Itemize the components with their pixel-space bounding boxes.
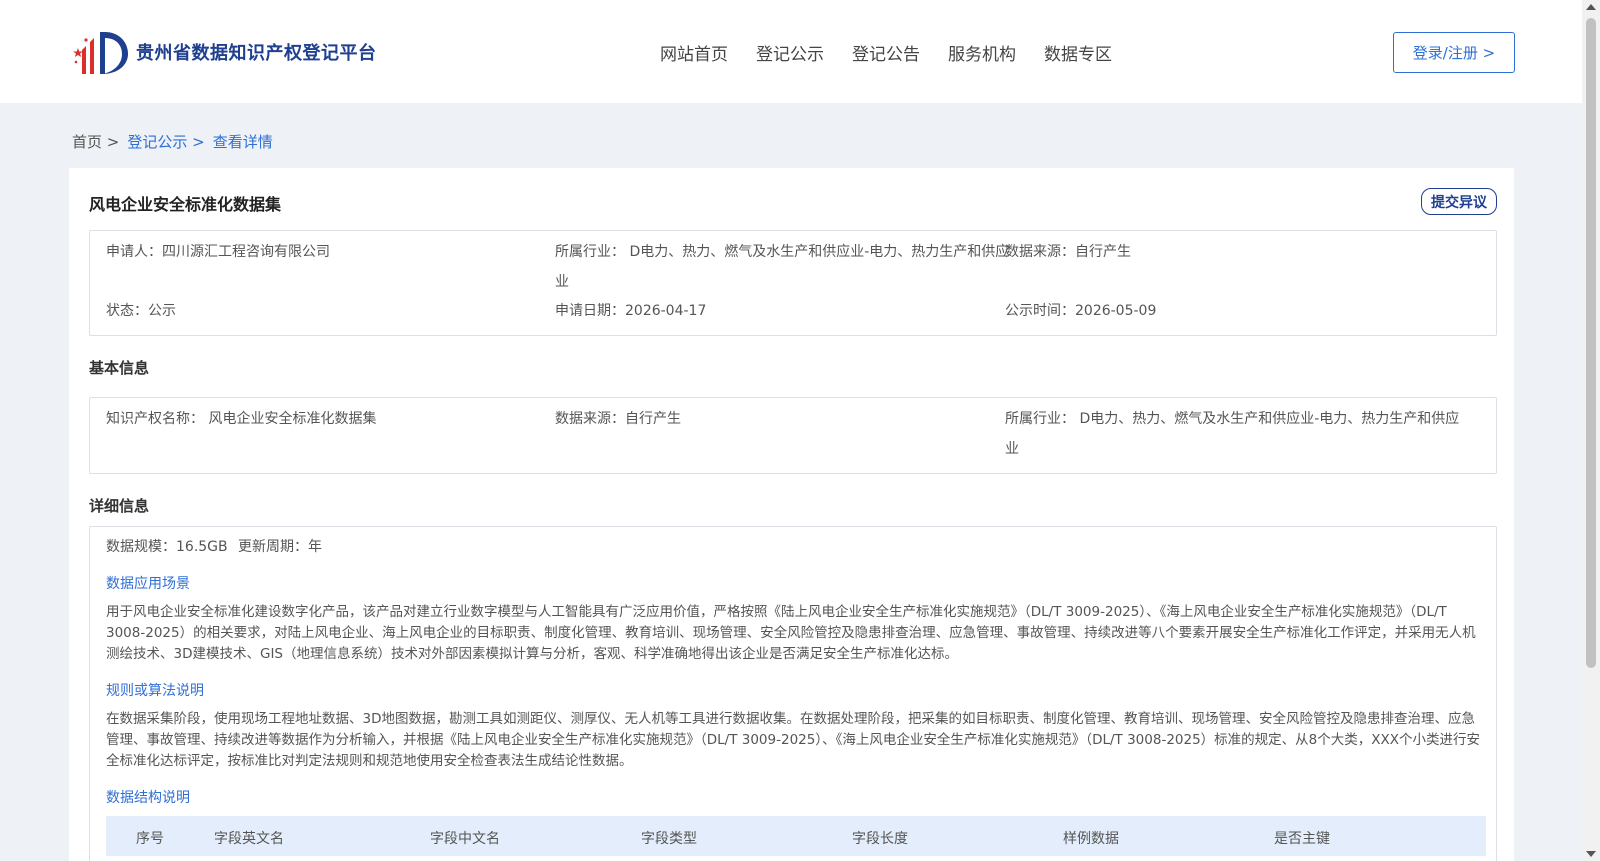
industry-line-2: 业 [555, 274, 569, 290]
main-nav: 网站首页 登记公示 登记公告 服务机构 数据专区 [660, 40, 1112, 65]
status-field: 状态：公示 [106, 303, 176, 319]
structure-table-header: 序号 字段英文名 字段中文名 字段类型 字段长度 样例数据 是否主键 [106, 816, 1486, 856]
breadcrumb-publicity[interactable]: 登记公示 > [127, 131, 204, 152]
th-field-length: 字段长度 [852, 831, 908, 847]
basic-info-box: 知识产权名称： 风电企业安全标准化数据集 数据来源：自行产生 所属行业： D电力… [89, 397, 1497, 474]
detailed-info-title: 详细信息 [89, 497, 150, 515]
scrollbar-thumb[interactable] [1586, 18, 1596, 668]
rule-title: 规则或算法说明 [106, 683, 204, 699]
source-field: 数据来源：自行产生 [1005, 244, 1131, 260]
th-field-en: 字段英文名 [214, 831, 284, 847]
submit-objection-button[interactable]: 提交异议 [1421, 188, 1497, 215]
basic-industry-field: 所属行业： D电力、热力、燃气及水生产和供应业-电力、热力生产和供应 业 [1005, 404, 1459, 464]
breadcrumb: 首页 > 登记公示 > 查看详情 [72, 131, 273, 152]
breadcrumb-home[interactable]: 首页 > [72, 131, 119, 152]
site-logo[interactable]: 贵州省数据知识产权登记平台 [72, 28, 377, 76]
ip-name-field: 知识产权名称： 风电企业安全标准化数据集 [106, 411, 377, 427]
scenario-text: 用于风电企业安全标准化建设数字化产品，该产品对建立行业数字模型与人工智能具有广泛… [106, 604, 1476, 662]
applicant-field: 申请人：四川源汇工程咨询有限公司 [106, 244, 330, 260]
scroll-up-icon[interactable] [1586, 4, 1596, 10]
summary-box: 申请人：四川源汇工程咨询有限公司 所属行业： D电力、热力、燃气及水生产和供应业… [89, 230, 1497, 336]
basic-info-title: 基本信息 [89, 359, 150, 377]
top-header: 贵州省数据知识产权登记平台 网站首页 登记公示 登记公告 服务机构 数据专区 登… [0, 0, 1582, 103]
page-scrollbar[interactable] [1582, 0, 1600, 861]
th-field-type: 字段类型 [641, 831, 697, 847]
structure-title: 数据结构说明 [106, 790, 190, 806]
nav-item-data-zone[interactable]: 数据专区 [1044, 40, 1112, 65]
apply-date-field: 申请日期：2026-04-17 [555, 303, 707, 319]
site-title: 贵州省数据知识产权登记平台 [136, 43, 377, 64]
breadcrumb-current[interactable]: 查看详情 [213, 131, 273, 152]
nav-item-announcement[interactable]: 登记公告 [852, 40, 920, 65]
th-primary-key: 是否主键 [1274, 831, 1330, 847]
detail-panel: 风电企业安全标准化数据集 提交异议 申请人：四川源汇工程咨询有限公司 所属行业：… [69, 168, 1514, 861]
th-field-cn: 字段中文名 [430, 831, 500, 847]
login-register-button[interactable]: 登录/注册 > [1393, 32, 1515, 73]
basic-industry-line-2: 业 [1005, 441, 1019, 457]
data-scale-field: 数据规模：16.5GB [106, 539, 228, 555]
industry-field: 所属行业： D电力、热力、燃气及水生产和供应业-电力、热力生产和供应 业 [555, 237, 1009, 297]
logo-icon [73, 32, 128, 74]
basic-source-field: 数据来源：自行产生 [555, 411, 681, 427]
scenario-title: 数据应用场景 [106, 576, 190, 592]
publish-time-field: 公示时间：2026-05-09 [1005, 303, 1157, 319]
page-title: 风电企业安全标准化数据集 [89, 195, 282, 214]
update-cycle-field: 更新周期：年 [238, 539, 322, 555]
scroll-down-icon[interactable] [1586, 851, 1596, 857]
nav-item-publicity[interactable]: 登记公示 [756, 40, 824, 65]
industry-line-1: 所属行业： D电力、热力、燃气及水生产和供应业-电力、热力生产和供应 [555, 244, 1010, 260]
basic-industry-line-1: 所属行业： D电力、热力、燃气及水生产和供应业-电力、热力生产和供应 [1005, 411, 1460, 427]
nav-item-home[interactable]: 网站首页 [660, 40, 728, 65]
th-sample-data: 样例数据 [1063, 831, 1119, 847]
nav-item-service-agencies[interactable]: 服务机构 [948, 40, 1016, 65]
rule-text: 在数据采集阶段，使用现场工程地址数据、3D地图数据，勘测工具如测距仪、测厚仪、无… [106, 711, 1481, 769]
th-index: 序号 [136, 831, 164, 847]
detailed-info-box: 数据规模：16.5GB 更新周期：年 数据应用场景 用于风电企业安全标准化建设数… [89, 526, 1497, 861]
